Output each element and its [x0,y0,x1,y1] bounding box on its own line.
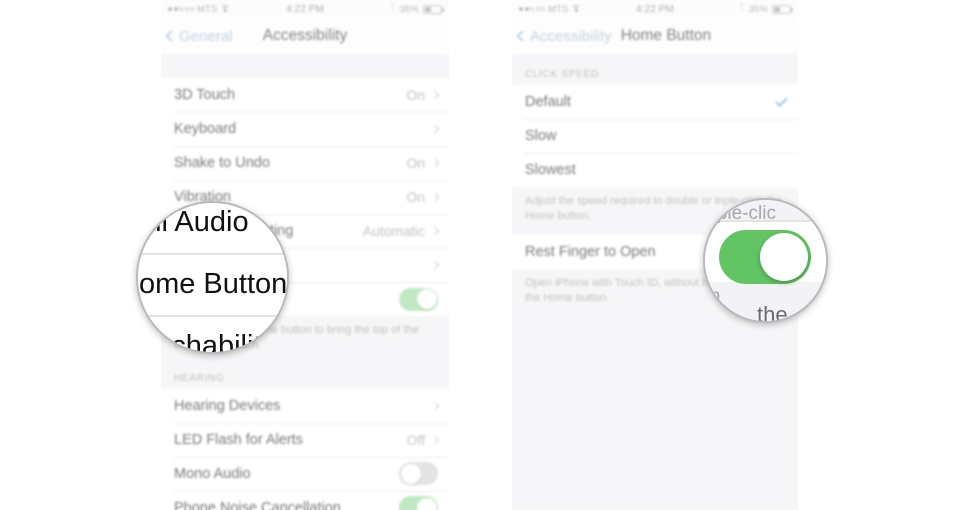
magnifier-lens-rest-finger-toggle: triple-clic havin the [703,198,828,323]
row-led-flash-for-alerts[interactable]: LED Flash for Alerts Off [161,422,449,457]
bluetooth-icon: ᛏ [738,3,745,14]
magnified-rows: Call Audio Home Button Reachability [138,203,288,354]
row-phone-noise-cancellation[interactable]: Phone Noise Cancellation [161,490,449,510]
magnified-context-left: havin [705,286,721,307]
row-keyboard[interactable]: Keyboard [161,112,449,146]
row-value: Off [406,431,425,448]
right-status-bar: MTS 4:22 PM ᛏ 35% [512,0,798,18]
magnified-label: Home Button [138,267,288,300]
row-value: On [406,87,425,103]
row-label: Hearing Devices [174,397,281,414]
chevron-right-icon [430,435,440,444]
chevron-left-icon [516,30,528,42]
checkmark-icon [775,94,788,107]
option-label: Slow [525,128,557,144]
hearing-section-header: HEARING [161,363,449,389]
magnified-context-below: the [757,302,788,323]
row-value: On [406,155,425,171]
left-group-hearing: Hearing Devices LED Flash for Alerts Off… [161,388,449,510]
left-status-right-group: ᛏ 35% [389,3,444,15]
chevron-right-icon [430,90,440,100]
row-label: LED Flash for Alerts [174,431,303,448]
chevron-right-icon [430,226,440,236]
right-nav-bar: Accessibility Home Button [512,18,798,54]
chevron-right-icon [430,158,440,168]
magnified-row-call-audio: Call Audio [138,203,287,253]
right-page-title: Home Button [620,27,712,44]
battery-icon [423,4,444,14]
back-button-label: Accessibility [530,27,612,45]
magnified-row-reachability: Reachability [138,315,287,354]
row-label: Keyboard [174,121,237,137]
mono-audio-toggle[interactable] [399,462,438,486]
left-page-title: Accessibility [262,27,348,44]
battery-icon [772,4,793,14]
row-label: Phone Noise Cancellation [174,499,341,510]
bluetooth-icon: ᛏ [389,3,396,14]
option-slow[interactable]: Slow [512,119,798,153]
row-shake-to-undo[interactable]: Shake to Undo On [161,146,449,180]
row-label: Shake to Undo [174,155,270,171]
row-mono-audio[interactable]: Mono Audio [161,456,449,491]
option-default[interactable]: Default [512,85,798,119]
option-label: Default [525,94,571,110]
battery-percent-label: 35% [748,3,768,15]
back-button-accessibility[interactable]: Accessibility [516,27,612,45]
phone-noise-cancellation-toggle[interactable] [399,496,438,510]
magnified-label: Reachability [138,329,276,354]
chevron-right-icon [430,401,440,410]
magnifier-lens-home-button: Call Audio Home Button Reachability [136,201,289,354]
reachability-toggle[interactable] [399,287,438,311]
row-label: 3D Touch [174,87,235,103]
row-label: Mono Audio [174,465,251,482]
magnified-toggle[interactable] [719,230,811,284]
screenshot-stage: MTS 4:22 PM ᛏ 35% General Accessibility … [0,0,970,510]
chevron-right-icon [430,192,440,202]
left-list-top-gap [161,54,449,78]
left-status-bar: MTS 4:22 PM ᛏ 35% [161,0,449,18]
option-label: Slowest [525,162,576,178]
row-value: On [406,189,425,205]
magnified-label: Call Audio [138,205,249,238]
left-nav-bar: General Accessibility [161,18,449,54]
magnified-context-above: triple-clic [703,203,776,224]
battery-percent-label: 35% [399,3,419,15]
row-3d-touch[interactable]: 3D Touch On [161,78,449,112]
chevron-right-icon [430,124,440,134]
magnified-row-home-button[interactable]: Home Button [138,253,288,315]
option-slowest[interactable]: Slowest [512,153,798,187]
row-hearing-devices[interactable]: Hearing Devices [161,388,449,423]
chevron-right-icon [430,260,440,270]
row-value: Automatic [362,223,425,239]
right-status-right-group: ᛏ 35% [738,3,793,15]
click-speed-section-header: CLICK SPEED [512,60,798,85]
click-speed-group: Default Slow Slowest [512,85,798,187]
